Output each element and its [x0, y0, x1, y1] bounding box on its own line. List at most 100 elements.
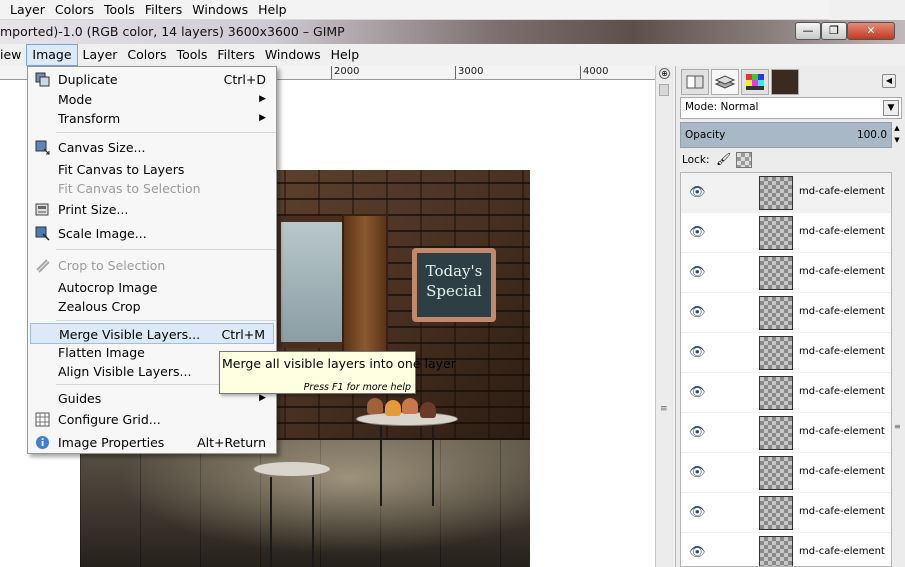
image-menu: Duplicate Ctrl+D Mode ▶ Transform ▶ Canv…	[27, 66, 277, 454]
top-menubar: Layer Colors Tools Filters Windows Help	[0, 0, 830, 20]
layer-thumbnail	[759, 376, 793, 410]
menu-layer-2[interactable]: Layer	[78, 44, 123, 66]
eye-icon[interactable]: 👁	[689, 305, 706, 321]
layer-thumbnail	[759, 176, 793, 210]
menu-image[interactable]: Image	[26, 44, 78, 66]
layer-row[interactable]: 👁 md-cafe-element	[681, 373, 891, 413]
menu-item-fit-canvas-layers[interactable]: Fit Canvas to Layers	[30, 159, 274, 180]
layer-row[interactable]: 👁 md-cafe-element	[681, 213, 891, 253]
opacity-spinner[interactable]: ▲ ▼	[892, 122, 902, 148]
dock-menu-icon[interactable]: ◀	[882, 74, 896, 88]
dock-tab-palettes[interactable]	[741, 69, 769, 95]
eye-icon[interactable]: 👁	[689, 465, 706, 481]
table-leg	[312, 477, 314, 567]
lock-alpha-icon[interactable]	[736, 152, 752, 168]
menu-tools-2[interactable]: Tools	[172, 44, 213, 66]
menu-tools[interactable]: Tools	[99, 0, 140, 20]
eye-icon[interactable]: 👁	[689, 425, 706, 441]
menu-item-fit-canvas-selection[interactable]: Fit Canvas to Selection	[30, 178, 274, 199]
menu-windows[interactable]: Windows	[187, 0, 253, 20]
menu-item-merge-visible-layers[interactable]: Merge Visible Layers... Ctrl+M	[30, 323, 274, 344]
menu-separator	[56, 132, 276, 133]
menu-layer[interactable]: Layer	[0, 0, 50, 20]
menu-item-autocrop[interactable]: Autocrop Image	[30, 277, 274, 298]
menu-colors-2[interactable]: Colors	[122, 44, 171, 66]
layer-list-scrollbar[interactable]: ≡	[893, 172, 903, 567]
chevron-down-icon[interactable]: ▼	[883, 100, 899, 116]
menu-item-configure-grid[interactable]: Configure Grid...	[30, 409, 274, 430]
layers-dock: ◀ Mode: Normal ▼ Opacity 100.0 ▲ ▼ Lock: …	[675, 66, 905, 567]
ruler-label: 4000	[580, 66, 608, 79]
menu-item-crop-to-selection[interactable]: Crop to Selection	[30, 255, 274, 276]
dock-tab-tool-options[interactable]	[681, 69, 709, 95]
layer-thumbnail	[759, 456, 793, 490]
dock-tab-layers[interactable]	[711, 69, 739, 95]
vertical-scrollbar[interactable]: ≡	[659, 84, 669, 564]
menu-item-transform[interactable]: Transform ▶	[30, 108, 274, 129]
layer-row[interactable]: 👁 md-cafe-element	[681, 453, 891, 493]
menu-filters-2[interactable]: Filters	[212, 44, 259, 66]
layer-row[interactable]: 👁 md-cafe-element	[681, 173, 891, 213]
layer-row[interactable]: 👁 md-cafe-element	[681, 253, 891, 293]
grip-icon: ≡	[660, 404, 668, 414]
opacity-slider[interactable]: Opacity 100.0	[680, 122, 892, 148]
ruler-label: 2000	[331, 66, 359, 79]
layer-row[interactable]: 👁 md-cafe-element	[681, 413, 891, 453]
eye-icon[interactable]: 👁	[689, 505, 706, 521]
ruler-label: 3000	[455, 66, 483, 79]
grid-icon	[35, 412, 50, 427]
zoom-icon[interactable]: ⊕	[659, 68, 670, 79]
layer-row[interactable]: 👁 md-cafe-element	[681, 333, 891, 373]
menu-filters[interactable]: Filters	[140, 0, 187, 20]
layer-row[interactable]: 👁 md-cafe-element	[681, 533, 891, 566]
cupcake	[420, 402, 436, 418]
crop-icon	[35, 258, 50, 273]
menu-separator	[56, 249, 276, 250]
table-leg	[432, 426, 434, 506]
menu-item-canvas-size[interactable]: Canvas Size...	[30, 137, 274, 158]
layer-row[interactable]: 👁 md-cafe-element	[681, 493, 891, 533]
cupcake	[367, 398, 383, 414]
menu-item-print-size[interactable]: Print Size...	[30, 199, 274, 220]
eye-icon[interactable]: 👁	[689, 345, 706, 361]
tooltip-text: Merge all visible layers into one layer	[222, 356, 456, 371]
lock-pixels-icon[interactable]: 🖌	[716, 152, 731, 166]
menu-windows-2[interactable]: Windows	[260, 44, 326, 66]
menu-item-mode[interactable]: Mode ▶	[30, 89, 274, 110]
duplicate-icon	[35, 72, 50, 87]
menu-colors[interactable]: Colors	[50, 0, 99, 20]
layer-thumbnail	[759, 536, 793, 566]
layer-thumbnail	[759, 336, 793, 370]
scale-image-icon	[35, 226, 50, 241]
layer-thumbnail	[759, 296, 793, 330]
eye-icon[interactable]: 👁	[689, 265, 706, 281]
eye-icon[interactable]: 👁	[689, 545, 706, 561]
menu-item-duplicate[interactable]: Duplicate Ctrl+D	[30, 69, 274, 90]
layer-row[interactable]: 👁 md-cafe-element	[681, 293, 891, 333]
scroll-thumb[interactable]	[659, 84, 669, 96]
dock-tab-images[interactable]	[771, 69, 799, 95]
eye-icon[interactable]: 👁	[689, 225, 706, 241]
menu-item-zealous-crop[interactable]: Zealous Crop	[30, 296, 274, 317]
grip-icon: ≡	[894, 422, 901, 431]
cafe-table	[253, 461, 331, 477]
maximize-button[interactable]: ❐	[821, 22, 847, 40]
menu-help[interactable]: Help	[253, 0, 292, 20]
eye-icon[interactable]: 👁	[689, 185, 706, 201]
layer-list: 👁 md-cafe-element 👁 md-cafe-element 👁 md…	[680, 172, 892, 567]
tooltip: Merge all visible layers into one layer …	[219, 351, 456, 394]
menu-help-2[interactable]: Help	[326, 44, 365, 66]
menu-item-image-properties[interactable]: Image Properties Alt+Return	[30, 432, 274, 453]
table-leg	[270, 477, 272, 567]
minimize-button[interactable]: —	[795, 22, 821, 40]
print-size-icon	[35, 202, 50, 217]
menu-view[interactable]: iew	[0, 44, 26, 66]
painted-door	[342, 214, 388, 356]
layer-mode-select[interactable]: Mode: Normal ▼	[680, 97, 902, 119]
eye-icon[interactable]: 👁	[689, 385, 706, 401]
close-button[interactable]: ✕	[847, 22, 895, 40]
submenu-arrow-icon: ▶	[259, 113, 266, 123]
menu-item-scale-image[interactable]: Scale Image...	[30, 223, 274, 244]
cupcake	[402, 398, 418, 414]
tooltip-hint: Press F1 for more help	[303, 382, 411, 393]
